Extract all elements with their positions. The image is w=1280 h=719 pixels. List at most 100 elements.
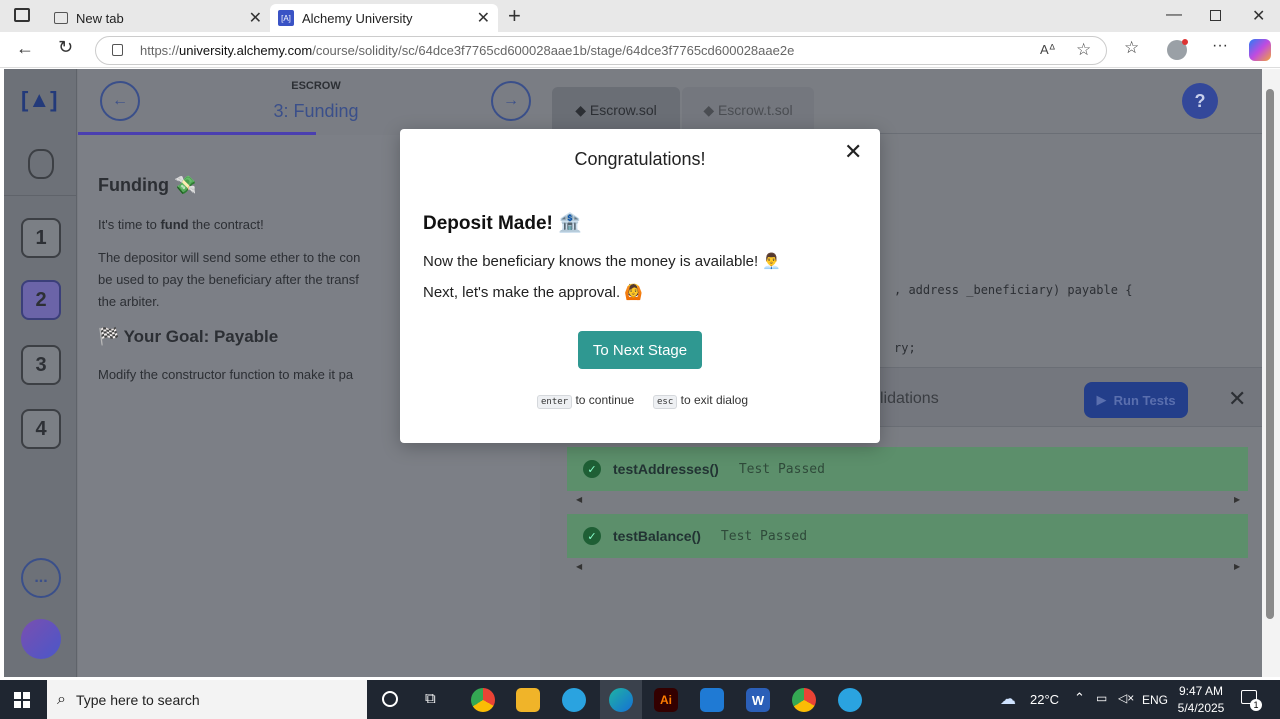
new-tab-button[interactable]: + [508, 3, 521, 29]
file-explorer-icon[interactable] [516, 688, 540, 712]
illustrator-icon[interactable]: Ai [654, 688, 678, 712]
dialog-line-2: Next, let's make the approval. 🙆 [423, 284, 643, 301]
search-placeholder: Type here to search [75, 691, 200, 708]
windows-start-icon[interactable] [14, 692, 30, 708]
tab-escrow-sol[interactable]: ◆ Escrow.sol [552, 87, 680, 133]
tab-new-tab[interactable]: New tab ✕ [46, 4, 270, 32]
address-bar-row: ← ↻ https://university.alchemy.com/cours… [0, 32, 1280, 68]
user-avatar[interactable] [21, 619, 61, 659]
run-tests-button[interactable]: ▶ Run Tests [1084, 382, 1188, 418]
clock-date[interactable]: 5/4/2025 [1176, 701, 1226, 715]
validations-label: lidations [880, 390, 939, 407]
notification-count-badge: 1 [1250, 699, 1262, 711]
read-aloud-icon[interactable]: Aᐞ [1040, 42, 1056, 58]
enter-key: enter [537, 395, 573, 409]
check-icon: ✓ [583, 460, 601, 478]
close-window-icon[interactable]: ✕ [1252, 6, 1265, 26]
tab-label: New tab [76, 10, 124, 26]
restore-icon[interactable] [1210, 10, 1221, 21]
stage-title: 3: Funding [273, 101, 359, 121]
back-icon[interactable]: ← [16, 38, 34, 59]
vscode-icon[interactable] [700, 688, 724, 712]
tab-label: Alchemy University [302, 10, 413, 26]
tab-actions-icon[interactable] [14, 8, 30, 22]
goal-text: Modify the constructor function to make … [98, 367, 354, 382]
test-result-row: ✓ testBalance() Test Passed [567, 514, 1248, 558]
dialog-heading: Deposit Made! 🏦 [423, 213, 582, 234]
scrollbar-thumb[interactable] [1266, 89, 1274, 619]
lesson-heading: Funding 💸 [98, 175, 197, 195]
favorite-star-icon[interactable]: ☆ [1076, 40, 1091, 60]
lesson-intro: It's time to fund the contract! [98, 217, 264, 232]
url-field[interactable]: https://university.alchemy.com/course/so… [95, 36, 1107, 65]
code-line: ry; [894, 341, 916, 355]
lesson-paragraph: The depositor will send some ether to th… [98, 250, 361, 309]
next-stage-button[interactable]: → [491, 81, 531, 121]
step-rail: [▲] 1 2 3 4 ... [4, 69, 77, 677]
stage-header: ← ESCROW 3: Funding → [78, 69, 554, 135]
language-indicator[interactable]: ENG [1142, 693, 1168, 707]
section-label: ESCROW [291, 80, 341, 92]
cortana-icon[interactable] [382, 691, 398, 707]
alchemy-icon: [A] [278, 10, 294, 26]
help-button[interactable]: ? [1182, 83, 1218, 119]
edge-icon[interactable] [609, 688, 633, 712]
enter-hint: enter to continue [537, 393, 634, 409]
clock-time[interactable]: 9:47 AM [1176, 684, 1226, 698]
step-4-button[interactable]: 4 [21, 409, 61, 449]
ethereum-logo-icon[interactable] [28, 149, 54, 179]
scroll-left-icon[interactable]: ◀ [576, 495, 582, 504]
code-line: , address _beneficiary) payable { [894, 283, 1133, 297]
goal-heading: 🏁 Your Goal: Payable [98, 327, 279, 346]
test-result-row: ✓ testAddresses() Test Passed [567, 447, 1248, 491]
task-view-icon[interactable]: ⧉ [425, 690, 436, 707]
scroll-left-icon[interactable]: ◀ [576, 562, 582, 571]
refresh-icon[interactable]: ↻ [58, 37, 73, 58]
word-icon[interactable]: W [746, 688, 770, 712]
new-tab-icon [54, 12, 68, 24]
more-options-button[interactable]: ... [21, 558, 61, 598]
close-panel-icon[interactable]: ✕ [1228, 386, 1246, 412]
chrome-icon[interactable] [792, 688, 816, 712]
next-stage-button[interactable]: To Next Stage [578, 331, 702, 369]
close-tab-icon[interactable]: ✕ [477, 8, 490, 28]
search-icon: ⌕ [57, 690, 66, 708]
scroll-right-icon[interactable]: ▶ [1234, 562, 1240, 571]
lock-icon[interactable] [112, 44, 123, 56]
scroll-right-icon[interactable]: ▶ [1234, 495, 1240, 504]
favorites-icon[interactable]: ☆ [1124, 38, 1139, 58]
tab-escrow-t-sol[interactable]: ◆ Escrow.t.sol [682, 87, 814, 133]
copilot-icon[interactable] [1249, 39, 1271, 61]
esc-hint: esc to exit dialog [653, 393, 748, 409]
taskbar-search-box[interactable]: ⌕ Type here to search [47, 680, 367, 719]
step-3-button[interactable]: 3 [21, 345, 61, 385]
telegram-icon[interactable] [838, 688, 862, 712]
weather-temp[interactable]: 22°C [1030, 692, 1059, 707]
minimize-icon[interactable]: — [1166, 6, 1182, 24]
tab-alchemy-university[interactable]: [A] Alchemy University ✕ [270, 4, 498, 32]
windows-taskbar: ⌕ Type here to search ⧉ Ai W ☁ 22°C ⌃ ▭ … [0, 680, 1280, 719]
close-tab-icon[interactable]: ✕ [249, 8, 262, 28]
url-text: https://university.alchemy.com/course/so… [140, 43, 795, 58]
step-2-button[interactable]: 2 [21, 280, 61, 320]
telegram-icon[interactable] [562, 688, 586, 712]
browser-tab-strip: New tab ✕ [A] Alchemy University ✕ + — ✕ [0, 0, 1280, 32]
chevron-up-icon[interactable]: ⌃ [1074, 690, 1085, 706]
businessman-icon: 👨‍💼 [762, 253, 782, 270]
chrome-icon[interactable] [471, 688, 495, 712]
volume-icon[interactable]: ◁× [1118, 691, 1134, 705]
dialog-line-1: Now the beneficiary knows the money is a… [423, 253, 782, 270]
check-icon: ✓ [583, 527, 601, 545]
person-gesturing-ok-icon: 🙆 [624, 284, 643, 301]
congratulations-dialog: Congratulations! ✕ Deposit Made! 🏦 Now t… [400, 129, 880, 443]
more-menu-icon[interactable]: ··· [1212, 37, 1228, 55]
esc-key: esc [653, 395, 678, 409]
bank-icon: 🏦 [558, 213, 582, 234]
cloud-icon[interactable]: ☁ [1000, 689, 1016, 709]
close-dialog-icon[interactable]: ✕ [844, 139, 862, 165]
page-scrollbar[interactable] [1262, 69, 1280, 677]
network-icon[interactable]: ▭ [1096, 691, 1107, 705]
profile-badge-icon [1182, 39, 1188, 45]
alchemy-logo-icon[interactable]: [▲] [21, 87, 57, 113]
step-1-button[interactable]: 1 [21, 218, 61, 258]
